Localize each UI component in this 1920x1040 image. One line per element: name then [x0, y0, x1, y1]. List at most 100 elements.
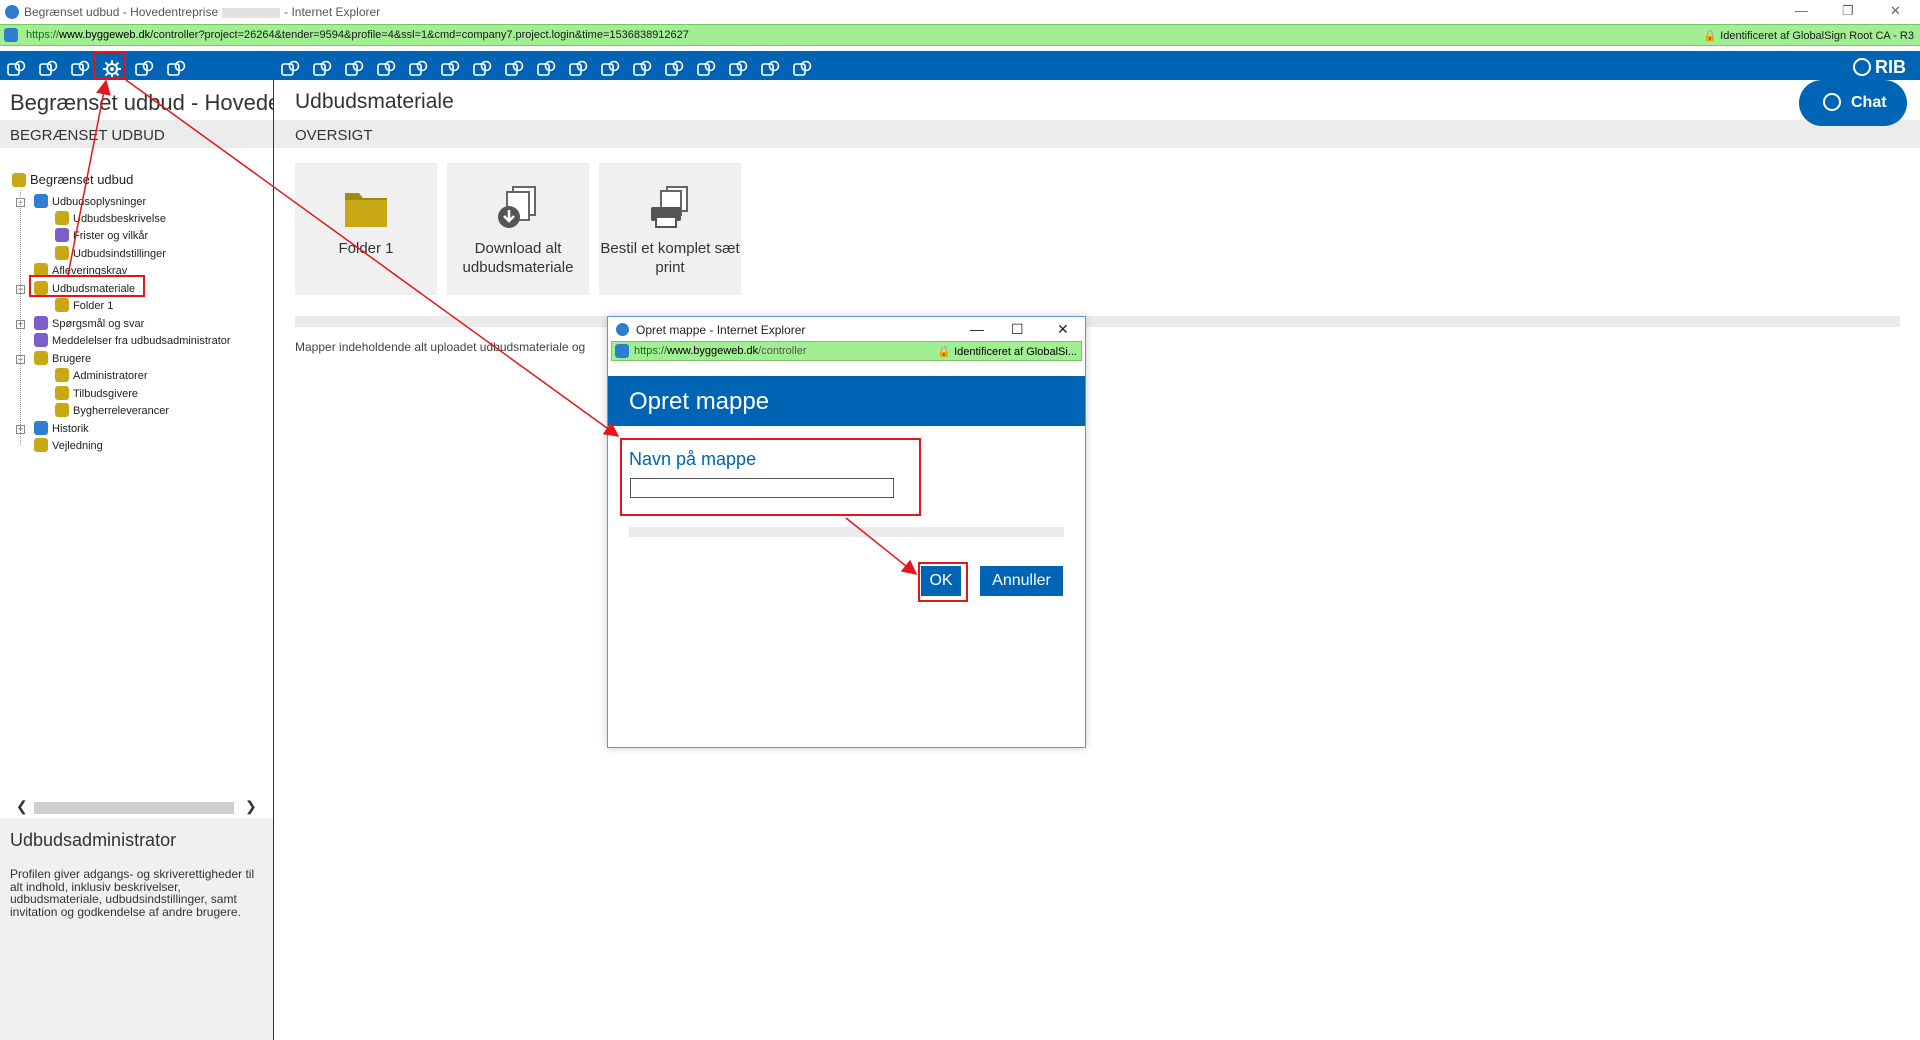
- tree-node-icon: [55, 246, 69, 260]
- tree-node-icon: [34, 438, 48, 452]
- toolbar-action-icon-9[interactable]: [536, 59, 556, 79]
- tree-item-udbudsbeskrivelse[interactable]: Udbudsbeskrivelse: [55, 211, 166, 225]
- printer-icon: [651, 186, 688, 228]
- tree-item-udbudsoplysninger[interactable]: Udbudsoplysninger: [34, 194, 146, 208]
- tree-item-meddelelser-fra-udbudsadministrator[interactable]: Meddelelser fra udbudsadministrator: [34, 333, 231, 347]
- tree-item-bygherreleverancer[interactable]: Bygherreleverancer: [55, 403, 169, 417]
- ok-button[interactable]: OK: [921, 566, 961, 596]
- tree-node-icon: [55, 386, 69, 400]
- tree-item-label: Folder 1: [73, 300, 114, 312]
- tree-item-historik[interactable]: Historik: [34, 421, 89, 435]
- certificate-info[interactable]: 🔒 Identificeret af GlobalSign Root CA - …: [1703, 29, 1914, 42]
- folder-icon: [55, 298, 69, 312]
- dialog-divider-bar: [629, 527, 1064, 537]
- create-folder-dialog: Opret mappe - Internet Explorer — ☐ ✕ ht…: [607, 316, 1086, 748]
- tree-connector: [20, 190, 21, 445]
- tree-item-label: Tilbudsgivere: [73, 388, 139, 400]
- tree-node-icon: [55, 211, 69, 225]
- tree-item-spørgsmål-og-svar[interactable]: Spørgsmål og svar: [34, 316, 144, 330]
- tree-item-begrænset-udbud[interactable]: Begrænset udbud: [12, 172, 133, 187]
- tree-item-label: Frister og vilkår: [73, 230, 149, 242]
- tree-item-label: Brugere: [52, 353, 92, 365]
- tree-node-icon: [34, 421, 48, 435]
- download-all-tile[interactable]: Download alt udbudsmateriale: [447, 163, 589, 295]
- folder-name-input[interactable]: [630, 478, 894, 498]
- toolbar-action-icon-5[interactable]: [408, 59, 428, 79]
- dialog-address-bar[interactable]: https://www.byggeweb.dk/controller 🔒 Ide…: [611, 341, 1082, 361]
- dialog-certificate-info[interactable]: 🔒 Identificeret af GlobalSi...: [937, 345, 1077, 358]
- tree-item-frister-og-vilkår[interactable]: Frister og vilkår: [55, 228, 148, 242]
- close-window-button[interactable]: ✕: [1890, 3, 1901, 19]
- tree-item-label: Administratorer: [73, 370, 148, 382]
- scrollbar-thumb[interactable]: [34, 802, 234, 814]
- folder-1-tile[interactable]: Folder 1: [295, 163, 437, 295]
- tree-node-icon: [34, 194, 48, 208]
- divider-bar: [295, 316, 1900, 327]
- tree-item-afleveringskrav[interactable]: Afleveringskrav: [34, 263, 127, 277]
- tree-item-brugere[interactable]: Brugere: [34, 351, 91, 365]
- url-text[interactable]: https://www.byggeweb.dk/controller?proje…: [26, 29, 689, 41]
- page-icon: [4, 28, 18, 42]
- tree-node-icon: [34, 281, 48, 295]
- toolbar-action-icon-11[interactable]: [600, 59, 620, 79]
- tree-item-label: Vejledning: [52, 440, 103, 452]
- rib-logo: RIB: [1853, 57, 1906, 78]
- horizontal-scrollbar[interactable]: ❮ ❯: [10, 798, 260, 815]
- order-print-tile[interactable]: Bestil et komplet sæt print: [599, 163, 741, 295]
- toolbar-action-icon-16[interactable]: [760, 59, 780, 79]
- toolbar-action-icon-10[interactable]: [568, 59, 588, 79]
- scroll-left-icon[interactable]: ❮: [16, 798, 28, 815]
- role-description: Profilen giver adgangs- og skriverettigh…: [10, 867, 255, 919]
- toolbar-action-icon-7[interactable]: [472, 59, 492, 79]
- tree-item-label: Afleveringskrav: [52, 265, 128, 277]
- tree-item-label: Udbudsoplysninger: [52, 196, 147, 208]
- toolbar-action-icon-17[interactable]: [792, 59, 812, 79]
- cancel-button[interactable]: Annuller: [980, 566, 1063, 596]
- rib-logo-icon: [1853, 58, 1871, 76]
- scroll-right-icon[interactable]: ❯: [245, 798, 257, 815]
- minimize-button[interactable]: —: [1795, 3, 1808, 18]
- dialog-window-title: Opret mappe - Internet Explorer: [636, 323, 806, 337]
- tree-item-label: Meddelelser fra udbudsadministrator: [52, 335, 231, 347]
- toolbar-action-icon-13[interactable]: [664, 59, 684, 79]
- toolbar-action-icon-12[interactable]: [632, 59, 652, 79]
- tool-icon-1[interactable]: [6, 59, 26, 79]
- tree-item-label: Spørgsmål og svar: [52, 318, 145, 330]
- dialog-minimize-button[interactable]: —: [970, 321, 984, 337]
- dialog-url[interactable]: https://www.byggeweb.dk/controller: [634, 345, 806, 357]
- overview-description: Mapper indeholdende alt uploadet udbudsm…: [295, 340, 586, 354]
- restore-button[interactable]: ❐: [1842, 3, 1854, 19]
- tree-item-udbudsmateriale[interactable]: Udbudsmateriale: [34, 281, 135, 295]
- dialog-close-button[interactable]: ✕: [1057, 321, 1069, 338]
- tool-icon-6[interactable]: [166, 59, 186, 79]
- toolbar-action-icon-1[interactable]: [280, 59, 300, 79]
- internet-explorer-icon: [616, 323, 629, 336]
- dialog-maximize-button[interactable]: ☐: [1011, 321, 1024, 338]
- toolbar-action-icon-6[interactable]: [440, 59, 460, 79]
- page-icon: [615, 344, 629, 358]
- tree-item-tilbudsgivere[interactable]: Tilbudsgivere: [55, 386, 138, 400]
- overview-section-header: OVERSIGT: [274, 120, 1920, 148]
- toolbar-action-icon-2[interactable]: [312, 59, 332, 79]
- tree-item-label: Udbudsmateriale: [52, 283, 136, 295]
- left-panel: Begrænset udbud - Hovedentreprise BEGRÆN…: [0, 80, 274, 1040]
- tree-item-administratorer[interactable]: Administratorer: [55, 368, 148, 382]
- tool-icon-3[interactable]: [70, 59, 90, 79]
- dialog-header: Opret mappe: [608, 376, 1085, 426]
- settings-gear-icon[interactable]: [102, 59, 122, 79]
- toolbar-action-icon-3[interactable]: [344, 59, 364, 79]
- toolbar-action-icon-4[interactable]: [376, 59, 396, 79]
- tree-node-icon: [34, 263, 48, 277]
- tree-item-folder-1[interactable]: Folder 1: [55, 298, 113, 312]
- tool-icon-2[interactable]: [38, 59, 58, 79]
- tree-item-vejledning[interactable]: Vejledning: [34, 438, 103, 452]
- toolbar-action-icon-15[interactable]: [728, 59, 748, 79]
- tree-item-udbudsindstillinger[interactable]: Udbudsindstillinger: [55, 246, 166, 260]
- address-bar[interactable]: https://www.byggeweb.dk/controller?proje…: [0, 24, 1920, 46]
- tool-icon-5[interactable]: [134, 59, 154, 79]
- chat-button[interactable]: Chat: [1799, 80, 1907, 126]
- toolbar-action-icon-14[interactable]: [696, 59, 716, 79]
- window-titlebar: Begrænset udbud - Hovedentreprise - Inter…: [0, 0, 1920, 24]
- toolbar-action-icon-8[interactable]: [504, 59, 524, 79]
- folder-icon: [345, 193, 387, 227]
